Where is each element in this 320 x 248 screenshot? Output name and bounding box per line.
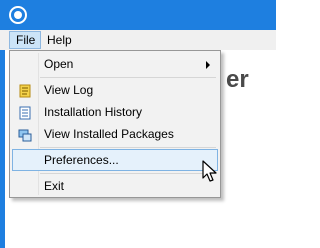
menu-item-view-log[interactable]: View Log [12,79,218,101]
menu-help[interactable]: Help [41,31,78,49]
menu-separator [40,173,216,174]
menu-separator [40,147,216,148]
menu-item-preferences[interactable]: Preferences... [12,149,218,171]
background-heading-fragment: er [226,66,249,93]
app-icon[interactable] [9,6,27,24]
menu-item-label: View Installed Packages [44,127,174,141]
packages-icon [18,127,32,142]
history-icon [18,105,32,120]
log-icon [18,83,32,98]
mouse-cursor-icon [202,160,217,182]
submenu-arrow-icon [206,61,210,69]
file-dropdown-menu: Open View Log Installation History View … [9,50,221,198]
menu-item-label: Exit [44,179,65,193]
window-side-strip [0,50,5,248]
menu-item-exit[interactable]: Exit [12,175,218,197]
title-bar [0,0,276,30]
menu-file[interactable]: File [9,31,41,49]
menu-separator [40,77,216,78]
menu-bar: File Help [0,30,276,50]
menu-item-open[interactable]: Open [12,53,218,75]
menu-item-label: Installation History [44,105,143,119]
menu-item-view-installed-packages[interactable]: View Installed Packages [12,123,218,145]
menu-item-installation-history[interactable]: Installation History [12,101,218,123]
menu-item-label: Preferences... [44,153,119,167]
menu-item-label: View Log [44,83,94,97]
menu-item-label: Open [44,57,74,71]
